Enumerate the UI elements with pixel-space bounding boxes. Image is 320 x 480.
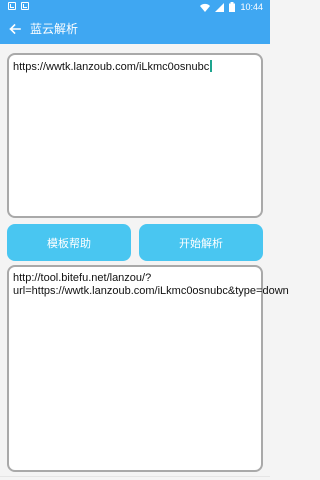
url-input-value: https://wwtk.lanzoub.com/iLkmc0osnubc — [13, 61, 210, 73]
battery-icon — [229, 2, 236, 12]
result-output-value: http://tool.bitefu.net/lanzou/?url=https… — [13, 272, 289, 297]
text-cursor — [210, 60, 212, 72]
template-help-button[interactable]: 模板帮助 — [7, 224, 131, 261]
status-time: 10:44 — [240, 2, 263, 12]
bottom-divider — [0, 476, 270, 477]
start-parse-button[interactable]: 开始解析 — [139, 224, 263, 261]
url-input[interactable]: https://wwtk.lanzoub.com/iLkmc0osnubc — [7, 53, 263, 218]
status-right: 10:44 — [200, 1, 263, 13]
app-bar: 蓝云解析 — [0, 14, 270, 44]
page-title: 蓝云解析 — [30, 22, 79, 36]
arrow-left-icon[interactable] — [8, 22, 22, 36]
status-bar: 10:44 — [0, 0, 270, 14]
status-left — [8, 2, 29, 10]
wifi-icon — [200, 3, 211, 12]
notification-icon — [21, 2, 29, 10]
result-output[interactable]: http://tool.bitefu.net/lanzou/?url=https… — [7, 265, 289, 472]
signal-icon — [215, 2, 225, 12]
notification-icon — [8, 2, 16, 10]
